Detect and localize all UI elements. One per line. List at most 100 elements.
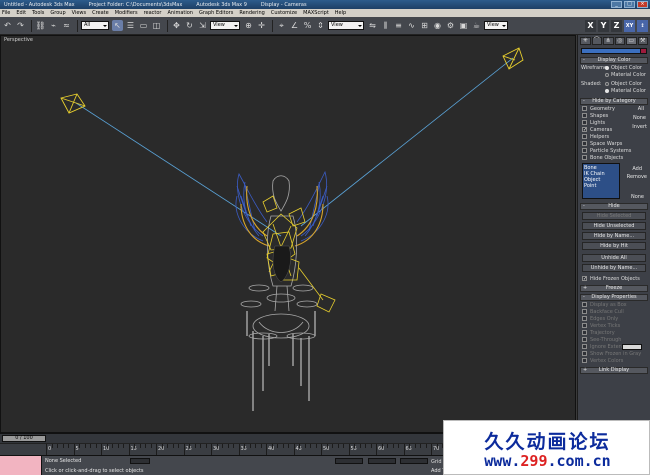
- axis-z-button[interactable]: Z: [611, 20, 622, 32]
- mirror-icon[interactable]: ⇋: [367, 20, 378, 31]
- category-item[interactable]: Particle Systems: [578, 147, 650, 154]
- modify-icon[interactable]: ⌒: [591, 37, 602, 45]
- checkbox[interactable]: [582, 127, 587, 132]
- move-icon[interactable]: ✥: [171, 20, 182, 31]
- object-type-list[interactable]: Bone IK Chain Object Point: [582, 163, 620, 199]
- checkbox[interactable]: [582, 276, 587, 281]
- checkbox[interactable]: [582, 134, 587, 139]
- percent-snap-icon[interactable]: %: [302, 20, 313, 31]
- add-button[interactable]: Add: [632, 166, 642, 172]
- align-icon[interactable]: ⫼: [380, 20, 391, 31]
- frozen-color-swatch[interactable]: [622, 344, 642, 350]
- hide-rollout[interactable]: - Hide: [580, 203, 648, 210]
- checkbox[interactable]: [582, 351, 587, 356]
- menu-help[interactable]: Help: [335, 10, 346, 16]
- all-button[interactable]: All: [638, 106, 644, 112]
- menu-file[interactable]: File: [2, 10, 10, 16]
- menu-group[interactable]: Group: [50, 10, 65, 16]
- layer-manager-icon[interactable]: ≡: [393, 20, 404, 31]
- select-link-icon[interactable]: ⛓: [35, 20, 46, 31]
- pivot-center-icon[interactable]: ⊕: [243, 20, 254, 31]
- property-item[interactable]: Display as Box: [578, 301, 650, 308]
- freeze-rollout[interactable]: + Freeze: [580, 285, 648, 292]
- viewport-label[interactable]: Perspective: [4, 37, 33, 43]
- quick-render-icon[interactable]: ☕: [471, 20, 482, 31]
- checkbox[interactable]: [582, 309, 587, 314]
- angle-snap-icon[interactable]: ∠: [289, 20, 300, 31]
- spinner-snap-icon[interactable]: ⇕: [315, 20, 326, 31]
- selection-filter-dropdown[interactable]: All: [81, 21, 109, 30]
- property-item[interactable]: Show Frozen in Gray: [578, 350, 650, 357]
- z-coordinate-field[interactable]: [400, 458, 428, 464]
- display-icon[interactable]: ▭: [626, 37, 637, 45]
- hide-unselected-button[interactable]: Hide Unselected: [582, 222, 646, 230]
- checkbox[interactable]: [582, 344, 587, 349]
- unlink-icon[interactable]: ⌁: [48, 20, 59, 31]
- display-properties-rollout[interactable]: - Display Properties: [580, 294, 648, 301]
- y-coordinate-field[interactable]: [368, 458, 396, 464]
- property-item[interactable]: Edges Only: [578, 315, 650, 322]
- axis-toggle-icon[interactable]: ↕: [637, 20, 648, 32]
- property-item[interactable]: Vertex Ticks: [578, 322, 650, 329]
- time-slider[interactable]: 0 / 100: [2, 435, 46, 442]
- hide-selected-button[interactable]: Hide Selected: [582, 212, 646, 220]
- reference-coord-dropdown[interactable]: View: [210, 21, 240, 30]
- hide-by-category-rollout[interactable]: - Hide by Category: [580, 98, 648, 105]
- undo-icon[interactable]: ↶: [2, 20, 13, 31]
- maxscript-listener-mini[interactable]: [0, 456, 42, 475]
- checkbox[interactable]: [582, 316, 587, 321]
- checkbox[interactable]: [582, 113, 587, 118]
- schematic-view-icon[interactable]: ⊞: [419, 20, 430, 31]
- list-item[interactable]: IK Chain Object: [584, 171, 618, 183]
- hide-by-name-button[interactable]: Hide by Name...: [582, 232, 646, 240]
- close-button[interactable]: ×: [637, 1, 648, 8]
- axis-x-button[interactable]: X: [585, 20, 596, 32]
- checkbox[interactable]: [582, 330, 587, 335]
- category-item[interactable]: Bone Objects: [578, 154, 650, 161]
- render-setup-icon[interactable]: ⚙: [445, 20, 456, 31]
- unhide-all-button[interactable]: Unhide All: [582, 254, 646, 262]
- property-item[interactable]: See-Through: [578, 336, 650, 343]
- category-item[interactable]: Space Warps: [578, 140, 650, 147]
- link-display-rollout[interactable]: + Link Display: [580, 367, 648, 374]
- redo-icon[interactable]: ↷: [15, 20, 26, 31]
- checkbox[interactable]: [582, 323, 587, 328]
- menu-tools[interactable]: Tools: [32, 10, 44, 16]
- list-item[interactable]: Point: [584, 183, 618, 189]
- x-coordinate-field[interactable]: [335, 458, 363, 464]
- material-editor-icon[interactable]: ◉: [432, 20, 443, 31]
- menu-create[interactable]: Create: [92, 10, 109, 16]
- perspective-viewport[interactable]: Perspective: [0, 35, 576, 433]
- hide-frozen-row[interactable]: Hide Frozen Objects: [578, 275, 650, 282]
- checkbox[interactable]: [582, 155, 587, 160]
- checkbox[interactable]: [582, 358, 587, 363]
- render-type-dropdown[interactable]: View: [484, 21, 508, 30]
- checkbox[interactable]: [582, 141, 587, 146]
- select-object-icon[interactable]: ↖: [112, 20, 123, 31]
- object-name-field[interactable]: [581, 48, 647, 54]
- minimize-button[interactable]: _: [611, 1, 622, 8]
- checkbox[interactable]: [582, 120, 587, 125]
- none-button[interactable]: None: [633, 115, 646, 121]
- menu-reactor[interactable]: reactor: [144, 10, 162, 16]
- menu-rendering[interactable]: Rendering: [239, 10, 265, 16]
- select-by-name-icon[interactable]: ☰: [125, 20, 136, 31]
- property-item[interactable]: Vertex Colors: [578, 357, 650, 364]
- rotate-icon[interactable]: ↻: [184, 20, 195, 31]
- create-icon[interactable]: ✳: [580, 37, 591, 45]
- utilities-icon[interactable]: ⚒: [637, 37, 648, 45]
- render-frame-icon[interactable]: ▣: [458, 20, 469, 31]
- checkbox[interactable]: [582, 337, 587, 342]
- remove-button[interactable]: Remove: [627, 174, 647, 180]
- wireframe-material-color-radio[interactable]: [605, 72, 609, 77]
- wireframe-object-color-radio[interactable]: [605, 65, 609, 70]
- scale-icon[interactable]: ⇲: [197, 20, 208, 31]
- menu-graph-editors[interactable]: Graph Editors: [199, 10, 233, 16]
- unhide-by-name-button[interactable]: Unhide by Name...: [582, 264, 646, 272]
- curve-editor-icon[interactable]: ∿: [406, 20, 417, 31]
- property-item[interactable]: Trajectory: [578, 329, 650, 336]
- select-manipulate-icon[interactable]: ✛: [256, 20, 267, 31]
- rectangle-selection-icon[interactable]: ▭: [138, 20, 149, 31]
- checkbox[interactable]: [582, 302, 587, 307]
- checkbox[interactable]: [582, 106, 587, 111]
